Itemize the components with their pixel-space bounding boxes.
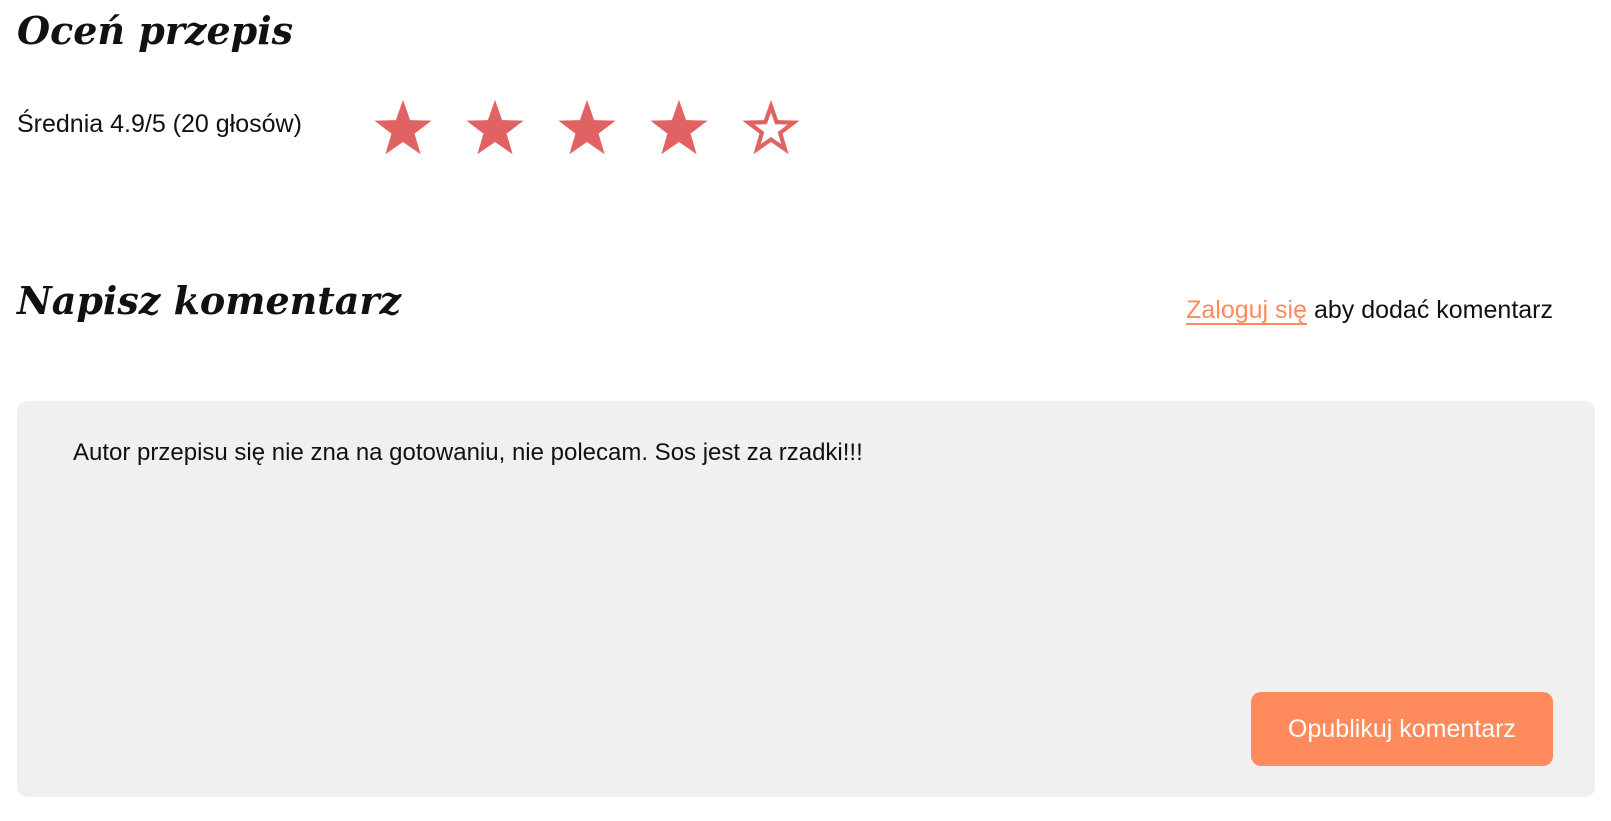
login-prompt: Zaloguj się aby dodać komentarz bbox=[1186, 296, 1553, 325]
rate-recipe-heading: Oceń przepis bbox=[17, 8, 294, 53]
star-icon-2[interactable] bbox=[464, 97, 526, 159]
comment-form: Opublikuj komentarz bbox=[17, 401, 1595, 797]
star-icon-4[interactable] bbox=[648, 97, 710, 159]
publish-comment-button[interactable]: Opublikuj komentarz bbox=[1251, 692, 1553, 766]
login-prompt-suffix: aby dodać komentarz bbox=[1307, 296, 1553, 324]
star-icon-1[interactable] bbox=[372, 97, 434, 159]
comment-textarea[interactable] bbox=[73, 437, 1533, 657]
star-icon-3[interactable] bbox=[556, 97, 618, 159]
login-link[interactable]: Zaloguj się bbox=[1186, 296, 1307, 324]
star-rating[interactable] bbox=[372, 97, 802, 161]
star-icon-5[interactable] bbox=[740, 97, 802, 159]
average-rating-text: Średnia 4.9/5 (20 głosów) bbox=[17, 110, 302, 138]
write-comment-heading: Napisz komentarz bbox=[17, 278, 402, 323]
